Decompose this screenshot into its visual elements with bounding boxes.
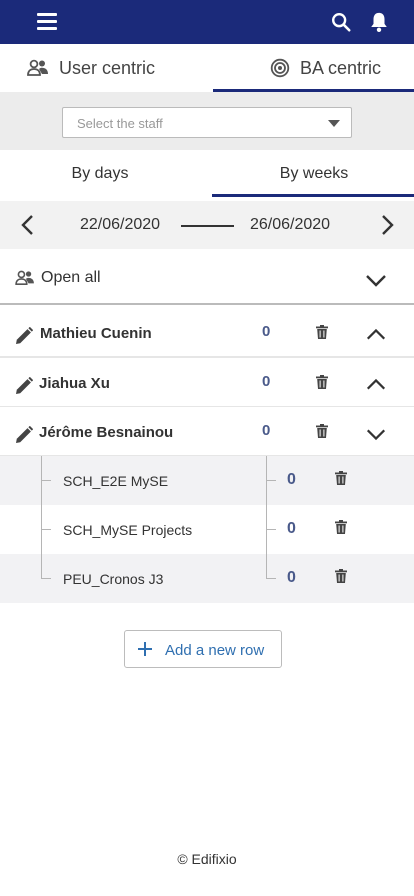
search-icon[interactable] xyxy=(330,11,352,33)
target-icon xyxy=(270,58,290,78)
project-total: 0 xyxy=(287,569,296,586)
project-total: 0 xyxy=(287,471,296,488)
tree-connector-right xyxy=(266,456,267,578)
tab-user-centric[interactable]: User centric xyxy=(27,44,207,92)
trash-icon[interactable] xyxy=(316,424,328,438)
project-name: PEU_Cronos J3 xyxy=(63,571,164,587)
end-date: 26/06/2020 xyxy=(250,216,331,233)
pencil-icon[interactable] xyxy=(15,327,33,345)
tree-branch xyxy=(266,480,276,481)
project-row[interactable]: PEU_Cronos J3 0 xyxy=(0,554,414,603)
chevron-left-icon[interactable] xyxy=(16,213,40,237)
active-period-indicator xyxy=(212,194,414,197)
date-navigator: 22/06/2020 26/06/2020 xyxy=(0,201,414,249)
tab-by-weeks[interactable]: By weeks xyxy=(214,150,414,196)
tab-ba-centric[interactable]: BA centric xyxy=(270,44,410,92)
trash-icon[interactable] xyxy=(335,471,347,485)
tab-by-days[interactable]: By days xyxy=(0,150,200,196)
app-header xyxy=(0,0,414,44)
tree-connector-left xyxy=(41,456,42,578)
pencil-icon[interactable] xyxy=(15,377,33,395)
trash-icon[interactable] xyxy=(316,375,328,389)
open-all-label: Open all xyxy=(41,269,101,286)
footer-copyright: © Edifixio xyxy=(177,851,237,867)
trash-icon[interactable] xyxy=(316,325,328,339)
tree-branch xyxy=(41,480,51,481)
date-range-separator xyxy=(181,225,234,227)
tree-branch xyxy=(41,529,51,530)
chevron-down-icon[interactable] xyxy=(365,423,387,445)
trash-icon[interactable] xyxy=(335,520,347,534)
project-row[interactable]: SCH_E2E MySE 0 xyxy=(0,456,414,505)
person-total: 0 xyxy=(262,422,271,439)
project-row[interactable]: SCH_MySE Projects 0 xyxy=(0,505,414,554)
tab-user-centric-label: User centric xyxy=(59,57,156,78)
chevron-right-icon[interactable] xyxy=(375,213,399,237)
tree-branch xyxy=(41,578,51,579)
project-name: SCH_MySE Projects xyxy=(63,522,193,538)
person-name: Jiahua Xu xyxy=(39,375,110,392)
person-row[interactable]: Jérôme Besnainou 0 xyxy=(0,407,414,457)
person-total: 0 xyxy=(262,373,271,390)
person-total: 0 xyxy=(262,323,271,340)
mode-tabs: User centric BA centric xyxy=(0,44,414,92)
person-name: Jérôme Besnainou xyxy=(39,424,174,441)
open-all-row[interactable]: Open all xyxy=(0,250,414,305)
chevron-up-icon[interactable] xyxy=(365,374,387,396)
staff-filter-bar: Select the staff xyxy=(0,92,414,150)
trash-icon[interactable] xyxy=(335,569,347,583)
person-row[interactable]: Mathieu Cuenin 0 xyxy=(0,308,414,358)
users-icon xyxy=(15,270,34,286)
staff-select[interactable]: Select the staff xyxy=(62,107,352,138)
start-date: 22/06/2020 xyxy=(80,216,161,233)
project-total: 0 xyxy=(287,520,296,537)
plus-icon xyxy=(138,642,152,656)
chevron-up-icon[interactable] xyxy=(365,324,387,346)
staff-select-placeholder: Select the staff xyxy=(77,116,163,131)
pencil-icon[interactable] xyxy=(15,426,33,444)
project-name: SCH_E2E MySE xyxy=(63,473,169,489)
add-new-row-label: Add a new row xyxy=(165,642,265,659)
person-name: Mathieu Cuenin xyxy=(40,325,152,342)
chevron-down-icon[interactable] xyxy=(364,268,388,292)
users-icon xyxy=(27,59,48,76)
tab-ba-centric-label: BA centric xyxy=(300,57,382,78)
person-row[interactable]: Jiahua Xu 0 xyxy=(0,358,414,408)
hamburger-menu-icon[interactable] xyxy=(37,13,57,31)
add-new-row-button[interactable]: Add a new row xyxy=(124,630,282,668)
period-tabs: By days By weeks xyxy=(0,150,414,198)
tree-branch xyxy=(266,578,276,579)
tree-branch xyxy=(266,529,276,530)
bell-icon[interactable] xyxy=(368,10,390,34)
caret-down-icon xyxy=(328,120,340,127)
